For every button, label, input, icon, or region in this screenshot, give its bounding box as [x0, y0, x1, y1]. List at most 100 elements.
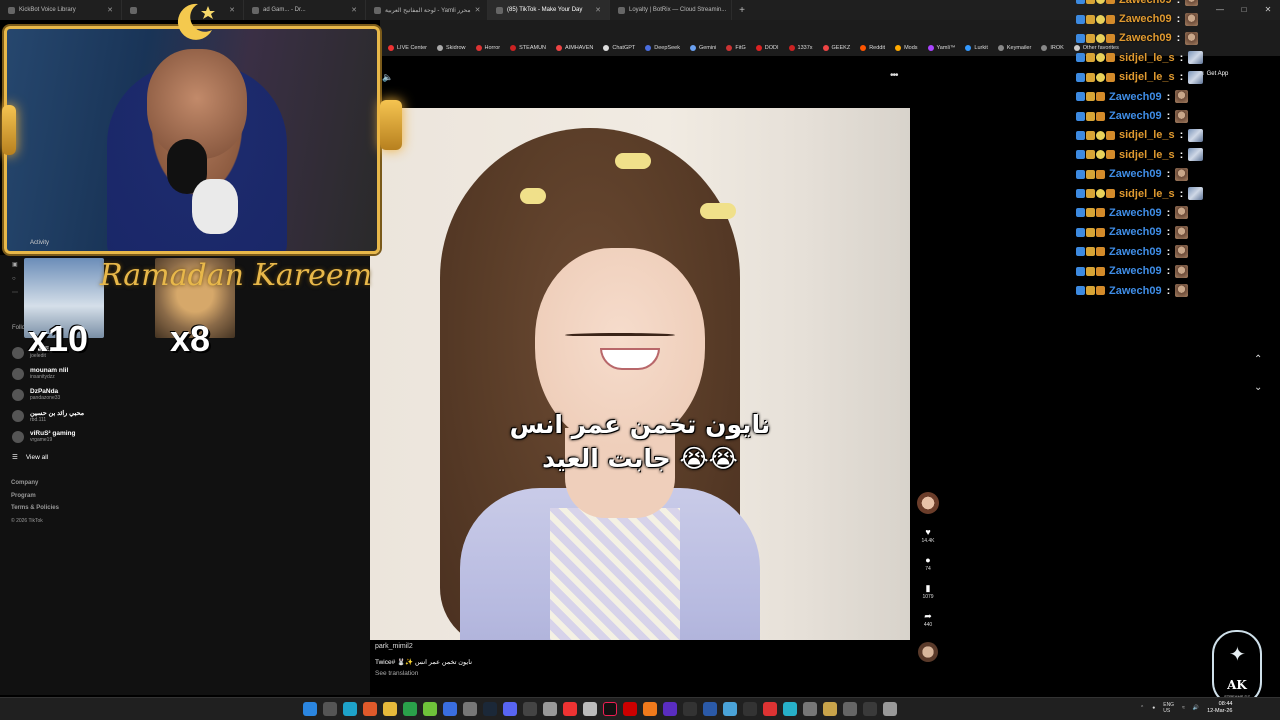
following-account[interactable]: mounam nlil insanitydzz [12, 363, 212, 384]
language-indicator[interactable]: ENG US [1163, 702, 1174, 714]
chat-badge-icon [1076, 169, 1085, 179]
comment-icon[interactable]: ● [925, 554, 930, 566]
bookmark-item[interactable]: STEAMUN [510, 45, 546, 51]
app-icon[interactable] [463, 702, 477, 716]
creator-avatar[interactable] [917, 492, 939, 514]
browser-tab[interactable]: (85) TikTok - Make Your Day ✕ [488, 0, 610, 20]
tiktok-icon[interactable] [603, 702, 617, 716]
profile-icon[interactable]: ○ [12, 272, 18, 286]
chat-badge-icon [1086, 266, 1095, 276]
app-icon[interactable] [863, 702, 877, 716]
bookmark-item[interactable]: FitG [726, 45, 746, 51]
app-icon[interactable] [823, 702, 837, 716]
music-disc-icon[interactable] [918, 642, 938, 662]
app-icon[interactable] [563, 702, 577, 716]
browser-tab[interactable]: Loyalty | BotRix — Cloud Streamin...✕ [610, 0, 732, 20]
footer-link-program[interactable]: Program [11, 490, 59, 503]
volume-icon[interactable]: 🔈 [382, 72, 393, 83]
app-icon[interactable] [843, 702, 857, 716]
edge-icon[interactable] [343, 702, 357, 716]
bookmark-item[interactable]: LIVE Center [388, 45, 427, 51]
app-icon[interactable] [723, 702, 737, 716]
browser-tab[interactable]: KickBot Voice Library ✕ [0, 0, 122, 20]
app-icon[interactable] [663, 702, 677, 716]
bookmark-item[interactable]: Keymailer [997, 45, 1031, 51]
bookmark-icon[interactable]: ▮ [926, 582, 931, 594]
windows-start-icon[interactable] [303, 702, 317, 716]
bookmark-item[interactable]: Reddit [860, 45, 885, 51]
discord-icon[interactable] [503, 702, 517, 716]
chat-badge-icon [1086, 33, 1095, 43]
tab-close-icon[interactable]: ✕ [595, 6, 601, 14]
xbox-icon[interactable] [403, 702, 417, 716]
browser-icon[interactable] [443, 702, 457, 716]
app-icon[interactable] [623, 702, 637, 716]
clock[interactable]: 08:44 12-Mar-26 [1207, 701, 1232, 715]
chevron-up-icon[interactable]: ⌃ [1140, 705, 1144, 711]
app-icon[interactable] [543, 702, 557, 716]
app-icon[interactable] [423, 702, 437, 716]
bookmark-item[interactable]: GEEKZ [822, 45, 850, 51]
video-more-icon[interactable]: ••• [890, 70, 898, 81]
share-icon[interactable]: ➦ [924, 610, 932, 622]
settings-icon[interactable] [883, 702, 897, 716]
taskbar-icons [303, 702, 897, 716]
previous-video-icon[interactable]: ⌃ [1254, 354, 1262, 365]
app-icon[interactable] [643, 702, 657, 716]
bookmark-item[interactable]: Skidrow [436, 45, 466, 51]
tab-close-icon[interactable]: ✕ [351, 6, 357, 14]
bookmark-item[interactable]: 1337x [788, 45, 813, 51]
bookmark-item[interactable]: AIMHAVEN [556, 45, 593, 51]
more-icon[interactable]: ⋯ [12, 286, 18, 300]
browser-tab[interactable]: لوحة المفاتيح العربية - Yamli محرر ✕ [366, 0, 488, 20]
file-explorer-icon[interactable] [383, 702, 397, 716]
app-icon[interactable] [703, 702, 717, 716]
app-tray-icon[interactable]: ● [1152, 705, 1155, 711]
app-icon[interactable] [803, 702, 817, 716]
steam-icon[interactable] [483, 702, 497, 716]
chat-emote-icon [1175, 245, 1189, 259]
app-icon[interactable] [583, 702, 597, 716]
tab-close-icon[interactable]: ✕ [475, 6, 481, 14]
video-player[interactable]: نايون تخمن عمر انس جابت العيد 😭😭 [370, 108, 910, 648]
app-icon[interactable] [683, 702, 697, 716]
footer-link-company[interactable]: Company [11, 477, 59, 490]
bookmark-item[interactable]: Lurkit [965, 45, 988, 51]
bookmark-item[interactable]: ChatGPT [603, 45, 635, 51]
see-translation-link[interactable]: See translation [375, 670, 418, 677]
volume-tray-icon[interactable]: 🔊 [1193, 705, 1199, 711]
bookmark-item[interactable]: Horror [475, 45, 500, 51]
video-top-bar [370, 62, 910, 108]
browser-tab[interactable]: ad Gam... - Dr... ✕ [244, 0, 366, 20]
search-icon[interactable] [323, 702, 337, 716]
footer-link-terms[interactable]: Terms & Policies [11, 502, 59, 515]
tab-label: لوحة المفاتيح العربية - Yamli محرر [385, 7, 471, 14]
heart-icon[interactable]: ♥ [925, 526, 930, 538]
app-icon[interactable] [523, 702, 537, 716]
bookmark-item[interactable]: Mods [895, 45, 918, 51]
following-account[interactable]: viRuS² gaming vrgame19 [12, 426, 212, 447]
app-icon[interactable] [783, 702, 797, 716]
close-icon[interactable]: ✕ [1256, 0, 1280, 20]
view-all-button[interactable]: ☰ View all [12, 447, 212, 467]
bookmark-item[interactable]: IROK [1041, 45, 1064, 51]
tab-close-icon[interactable]: ✕ [107, 6, 113, 14]
following-account[interactable]: DzPaNda pandazone33 [12, 384, 212, 405]
tab-close-icon[interactable]: ✕ [229, 6, 235, 14]
app-icon[interactable] [743, 702, 757, 716]
wifi-icon[interactable]: ≈ [1182, 705, 1185, 711]
bookmark-item[interactable]: Yamli™ [927, 45, 955, 51]
bookmark-item[interactable]: Gemini [689, 45, 716, 51]
following-account[interactable]: محبي رائد بن حسين rbd.111 [12, 405, 212, 426]
new-tab-icon[interactable]: + [732, 5, 752, 16]
tab-favicon-icon [252, 6, 259, 14]
chat-emote-icon [1188, 70, 1204, 84]
bookmark-item[interactable]: DeepSeek [645, 45, 680, 51]
add-icon[interactable]: ▣ [12, 258, 18, 272]
brave-icon[interactable] [363, 702, 377, 716]
app-icon[interactable] [763, 702, 777, 716]
video-author[interactable]: park_mimil2 [375, 643, 413, 650]
bookmark-item[interactable]: DODI [755, 45, 779, 51]
next-video-icon[interactable]: ⌄ [1254, 382, 1262, 393]
chat-badge-icon [1076, 0, 1085, 5]
